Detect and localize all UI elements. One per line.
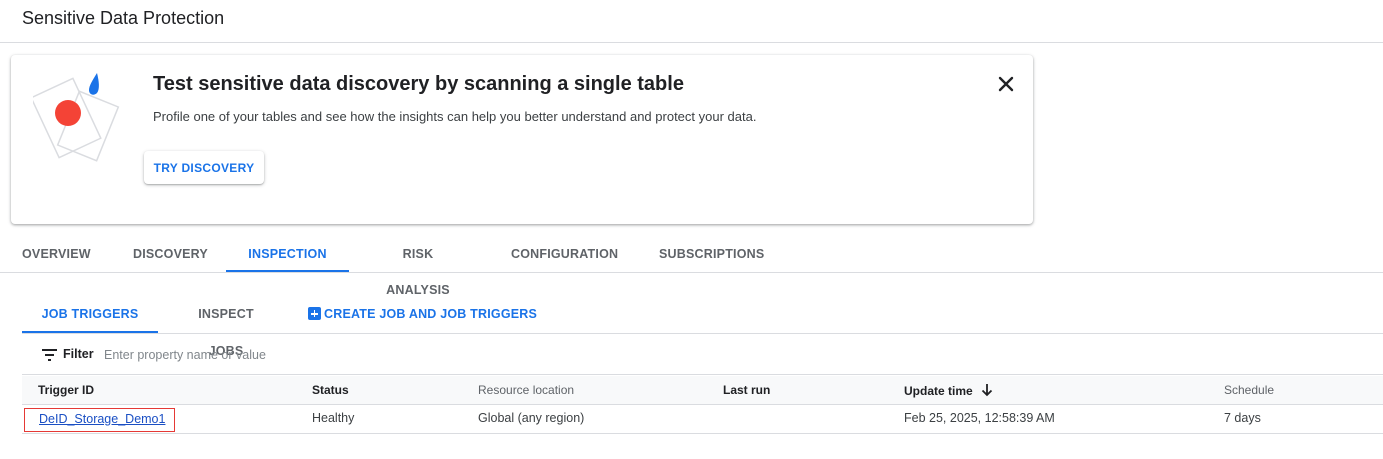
tab-discovery[interactable]: DISCOVERY (133, 236, 208, 272)
filter-label: Filter (63, 347, 94, 361)
tab-inspection[interactable]: INSPECTION (226, 236, 349, 272)
close-icon[interactable] (995, 73, 1017, 95)
try-discovery-button[interactable]: TRY DISCOVERY (144, 151, 264, 184)
arrow-down-icon[interactable] (981, 383, 993, 397)
filter-input[interactable] (104, 343, 504, 367)
create-job-label: CREATE JOB AND JOB TRIGGERS (324, 307, 538, 321)
tab-subscriptions[interactable]: SUBSCRIPTIONS (659, 236, 764, 272)
resource-location-cell: Global (any region) (478, 411, 585, 425)
column-header-status: Status (312, 383, 349, 397)
filter-bar: Filter (22, 337, 1383, 375)
column-header-last-run: Last run (723, 383, 771, 397)
trigger-id-link[interactable]: DeID_Storage_Demo1 (24, 408, 175, 432)
banner-title: Test sensitive data discovery by scannin… (153, 73, 684, 95)
sub-tab-bar: JOB TRIGGERS INSPECT JOBS CREATE JOB AND… (22, 296, 1383, 358)
update-time-cell: Feb 25, 2025, 12:58:39 AM (904, 411, 1055, 425)
table-header: Trigger ID Status Resource location Last… (22, 376, 1383, 405)
column-header-update-time-label: Update time (904, 384, 973, 398)
banner-description: Profile one of your tables and see how t… (153, 109, 757, 124)
discovery-banner: Test sensitive data discovery by scannin… (11, 55, 1033, 224)
create-job-button[interactable]: CREATE JOB AND JOB TRIGGERS (308, 296, 537, 333)
status-cell: Healthy (312, 411, 355, 425)
main-tab-bar: OVERVIEW DISCOVERY INSPECTION RISK ANALY… (0, 236, 1383, 297)
column-header-update-time[interactable]: Update time (904, 383, 993, 398)
column-header-resource-location: Resource location (478, 383, 575, 397)
tab-configuration[interactable]: CONFIGURATION (511, 236, 618, 272)
tab-risk-analysis[interactable]: RISK ANALYSIS (373, 236, 463, 297)
tab-overview[interactable]: OVERVIEW (22, 236, 91, 272)
page-header: Sensitive Data Protection (0, 0, 1383, 43)
table-row: DeID_Storage_Demo1 Healthy Global (any r… (22, 405, 1383, 434)
tab-inspect-jobs[interactable]: INSPECT JOBS (182, 296, 270, 358)
column-header-schedule: Schedule (1224, 383, 1275, 397)
schedule-cell: 7 days (1224, 411, 1261, 425)
page-title: Sensitive Data Protection (22, 8, 225, 28)
tab-job-triggers[interactable]: JOB TRIGGERS (22, 296, 158, 333)
column-header-trigger-id: Trigger ID (38, 383, 95, 397)
filter-icon[interactable] (42, 349, 57, 361)
add-icon (308, 307, 321, 320)
discovery-illustration-icon (33, 73, 120, 162)
